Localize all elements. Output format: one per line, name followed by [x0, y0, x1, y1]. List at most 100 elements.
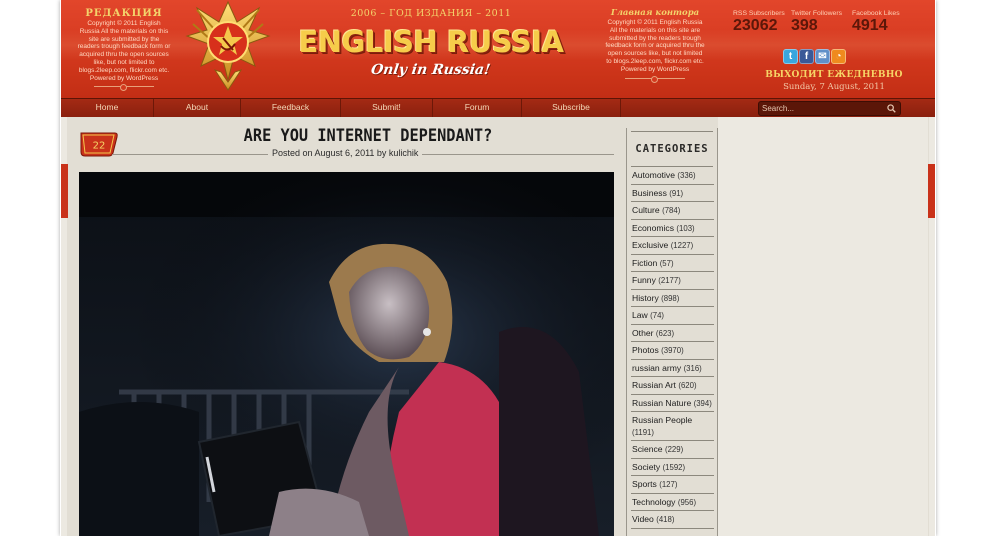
- social-links: t f ✉ ◔: [783, 49, 846, 65]
- nav-item-home[interactable]: Home: [61, 99, 154, 117]
- main-nav: Home About Feedback Submit! Forum Subscr…: [61, 98, 935, 118]
- search-input[interactable]: [762, 102, 880, 115]
- category-name[interactable]: Russian People: [632, 415, 692, 425]
- category-item[interactable]: Funny (2177): [631, 272, 714, 290]
- divider: [625, 75, 685, 83]
- category-name[interactable]: Culture: [632, 205, 660, 215]
- category-name[interactable]: Science: [632, 444, 663, 454]
- category-item[interactable]: Society (1592): [631, 459, 714, 476]
- nav-item-forum[interactable]: Forum: [433, 99, 522, 117]
- category-count: (1227): [670, 241, 694, 250]
- category-item[interactable]: Science (229): [631, 441, 714, 459]
- category-name[interactable]: History: [632, 293, 659, 303]
- category-list: Automotive (336) Business (91) Culture (…: [631, 167, 714, 529]
- search-box: [758, 101, 901, 116]
- category-count: (623): [655, 328, 675, 338]
- categories-heading: CATEGORIES: [631, 131, 713, 167]
- category-item[interactable]: Exclusive (1227): [631, 237, 714, 255]
- category-count: (91): [669, 188, 684, 198]
- category-item[interactable]: Other (623): [631, 325, 714, 342]
- category-item[interactable]: Russian Nature (394): [631, 395, 714, 412]
- category-item[interactable]: Technology (956): [631, 494, 714, 511]
- category-item[interactable]: Russian People (1191): [631, 412, 714, 441]
- editorial-title: РЕДАКЦИЯ: [85, 8, 163, 19]
- stat-value: 4914: [852, 17, 888, 34]
- category-count: (2177): [658, 276, 681, 285]
- category-count: (229): [664, 445, 684, 454]
- comment-count: 22: [93, 141, 106, 152]
- category-item[interactable]: Culture (784): [631, 202, 714, 220]
- main-office-copyright: Copyright © 2011 English Russia All the …: [605, 19, 705, 73]
- post-meta: Posted on August 6, 2011 by kulichik: [268, 148, 423, 158]
- category-item[interactable]: History (898): [631, 290, 714, 307]
- category-name[interactable]: Other: [632, 328, 654, 338]
- category-item[interactable]: Sports (127): [631, 476, 714, 494]
- category-item[interactable]: Automotive (336): [631, 167, 714, 185]
- category-name[interactable]: Russian Art: [632, 380, 676, 390]
- category-name[interactable]: Law: [632, 310, 648, 320]
- category-item[interactable]: Fiction (57): [631, 255, 714, 272]
- site-branding: 2006 – ГОД ИЗДАНИЯ – 2011 ENGLISH RUSSIA…: [291, 8, 571, 78]
- category-count: (3970): [661, 346, 684, 355]
- category-item[interactable]: Business (91): [631, 185, 714, 202]
- publication-years: 2006 – ГОД ИЗДАНИЯ – 2011: [350, 8, 512, 19]
- email-icon[interactable]: ✉: [815, 49, 830, 64]
- categories-title: CATEGORIES: [635, 143, 709, 155]
- facebook-icon[interactable]: f: [799, 49, 814, 64]
- rss-subscribers-stat[interactable]: RSS Subscribers 23062: [733, 10, 785, 35]
- category-name[interactable]: Business: [632, 188, 667, 198]
- categories-sidebar: CATEGORIES Automotive (336) Business (91…: [626, 128, 718, 536]
- category-count: (898): [661, 293, 680, 303]
- stat-label: Facebook Likes: [852, 10, 900, 17]
- search-icon[interactable]: [887, 104, 896, 113]
- current-date: Sunday, 7 August, 2011: [783, 82, 885, 92]
- category-name[interactable]: Video: [632, 514, 654, 524]
- category-item[interactable]: Russian Art (620): [631, 377, 714, 395]
- category-count: (1592): [662, 462, 686, 472]
- nav-item-feedback[interactable]: Feedback: [241, 99, 341, 117]
- site-logo[interactable]: ENGLISH RUSSIA: [291, 25, 571, 59]
- category-count: (418): [656, 515, 675, 524]
- category-name[interactable]: Funny: [632, 275, 656, 285]
- category-count: (57): [659, 258, 674, 268]
- category-count: (103): [676, 223, 695, 233]
- nav-item-about[interactable]: About: [154, 99, 241, 117]
- category-name[interactable]: Automotive: [632, 170, 675, 180]
- category-item[interactable]: Photos (3970): [631, 342, 714, 360]
- nav-item-submit[interactable]: Submit!: [341, 99, 433, 117]
- soviet-star-emblem-icon: [185, 0, 271, 91]
- category-name[interactable]: Fiction: [632, 258, 657, 268]
- category-name[interactable]: Sports: [632, 479, 657, 489]
- category-name[interactable]: Exclusive: [632, 240, 668, 250]
- category-count: (127): [659, 480, 678, 489]
- category-name[interactable]: Economics: [632, 223, 674, 233]
- category-item[interactable]: Video (418): [631, 511, 714, 529]
- right-column: [718, 117, 928, 536]
- category-item[interactable]: Economics (103): [631, 220, 714, 237]
- divider: [94, 84, 154, 92]
- nav-item-subscribe[interactable]: Subscribe: [522, 99, 621, 117]
- category-name[interactable]: Russian Nature: [632, 398, 691, 408]
- category-item[interactable]: russian army (316): [631, 360, 714, 377]
- right-accent-tab: [928, 164, 935, 218]
- editorial-copyright: Copyright © 2011 English Russia All the …: [77, 20, 171, 82]
- category-count: (1191): [632, 427, 654, 437]
- post-photo[interactable]: [79, 172, 614, 536]
- facebook-likes-stat[interactable]: Facebook Likes 4914: [852, 10, 900, 35]
- post-title[interactable]: Are You Internet Dependant?: [147, 126, 590, 146]
- category-count: (784): [662, 206, 681, 215]
- category-item[interactable]: Law (74): [631, 307, 714, 325]
- category-count: (336): [677, 171, 696, 180]
- twitter-followers-stat[interactable]: Twitter Followers 398: [791, 10, 842, 35]
- category-count: (620): [678, 381, 697, 390]
- category-name[interactable]: Technology: [632, 497, 675, 507]
- twitter-icon[interactable]: t: [783, 49, 798, 64]
- category-name[interactable]: russian army: [632, 363, 681, 373]
- rss-icon[interactable]: ◔: [831, 49, 846, 64]
- stat-label: RSS Subscribers: [733, 10, 785, 17]
- category-name[interactable]: Society: [632, 462, 660, 472]
- stat-value: 398: [791, 17, 818, 34]
- post-meta-line: Posted on August 6, 2011 by kulichik: [112, 148, 614, 160]
- left-accent-tab: [61, 164, 68, 218]
- category-name[interactable]: Photos: [632, 345, 659, 355]
